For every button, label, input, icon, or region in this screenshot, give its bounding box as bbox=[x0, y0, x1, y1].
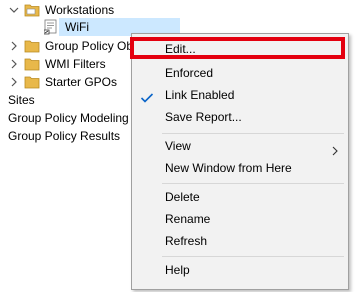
menu-item-refresh[interactable]: Refresh bbox=[132, 230, 348, 252]
tree-item-label: WMI Filters bbox=[45, 57, 106, 71]
menu-item-link-enabled[interactable]: Link Enabled bbox=[132, 84, 348, 106]
tree-item-label: Workstations bbox=[45, 3, 115, 17]
highlight-box bbox=[130, 37, 345, 59]
menu-item-label: Save Report... bbox=[165, 110, 242, 124]
tree-item-group-policy-modeling[interactable]: Group Policy Modeling bbox=[0, 109, 131, 127]
menu-item-label: View bbox=[165, 139, 191, 153]
tree-item-wmi-filters[interactable]: WMI Filters bbox=[0, 55, 131, 73]
tree-item-sites[interactable]: Sites bbox=[0, 91, 131, 109]
tree-item-label: Group Policy Results bbox=[8, 129, 121, 143]
menu-separator bbox=[162, 256, 344, 257]
menu-item-label: Link Enabled bbox=[165, 88, 235, 102]
menu-item-label: Delete bbox=[165, 190, 200, 204]
menu-item-label: Help bbox=[165, 263, 190, 277]
menu-item-save-report[interactable]: Save Report... bbox=[132, 106, 348, 128]
menu-item-new-window-from-here[interactable]: New Window from Here bbox=[132, 157, 348, 179]
menu-item-label: Enforced bbox=[165, 66, 214, 80]
tree-item-starter-gpos[interactable]: Starter GPOs bbox=[0, 73, 131, 91]
menu-item-help[interactable]: Help bbox=[132, 259, 348, 281]
menu-item-label: New Window from Here bbox=[165, 161, 292, 175]
chevron-down-icon[interactable] bbox=[9, 1, 19, 19]
menu-separator bbox=[162, 183, 344, 184]
menu-separator bbox=[162, 133, 344, 134]
tree-item-group-policy-results[interactable]: Group Policy Results bbox=[0, 127, 131, 145]
tree-item-label: Starter GPOs bbox=[45, 75, 118, 89]
folder-icon bbox=[24, 75, 40, 89]
tree-item-label: Group Policy Ob bbox=[45, 39, 134, 53]
gpo-link-icon bbox=[43, 19, 58, 35]
menu-item-delete[interactable]: Delete bbox=[132, 186, 348, 208]
chevron-right-icon[interactable] bbox=[9, 73, 19, 91]
context-menu: Edit... Enforced Link Enabled Save Repor… bbox=[131, 33, 349, 290]
tree-item-label: WiFi bbox=[65, 20, 89, 34]
folder-icon bbox=[24, 57, 40, 71]
folder-icon bbox=[24, 39, 40, 53]
folder-icon bbox=[24, 3, 40, 17]
menu-item-rename[interactable]: Rename bbox=[132, 208, 348, 230]
chevron-right-icon[interactable] bbox=[9, 55, 19, 73]
tree-item-label: Sites bbox=[8, 93, 35, 107]
tree-item-workstations[interactable]: Workstations bbox=[0, 1, 180, 19]
tree-item-group-policy-objects[interactable]: Group Policy Ob bbox=[0, 37, 134, 55]
menu-item-enforced[interactable]: Enforced bbox=[132, 62, 348, 84]
menu-item-view[interactable]: View bbox=[132, 135, 348, 157]
chevron-right-icon[interactable] bbox=[9, 37, 19, 55]
menu-item-label: Rename bbox=[165, 212, 211, 226]
menu-item-label: Refresh bbox=[165, 234, 208, 248]
tree-item-label: Group Policy Modeling bbox=[8, 111, 129, 125]
